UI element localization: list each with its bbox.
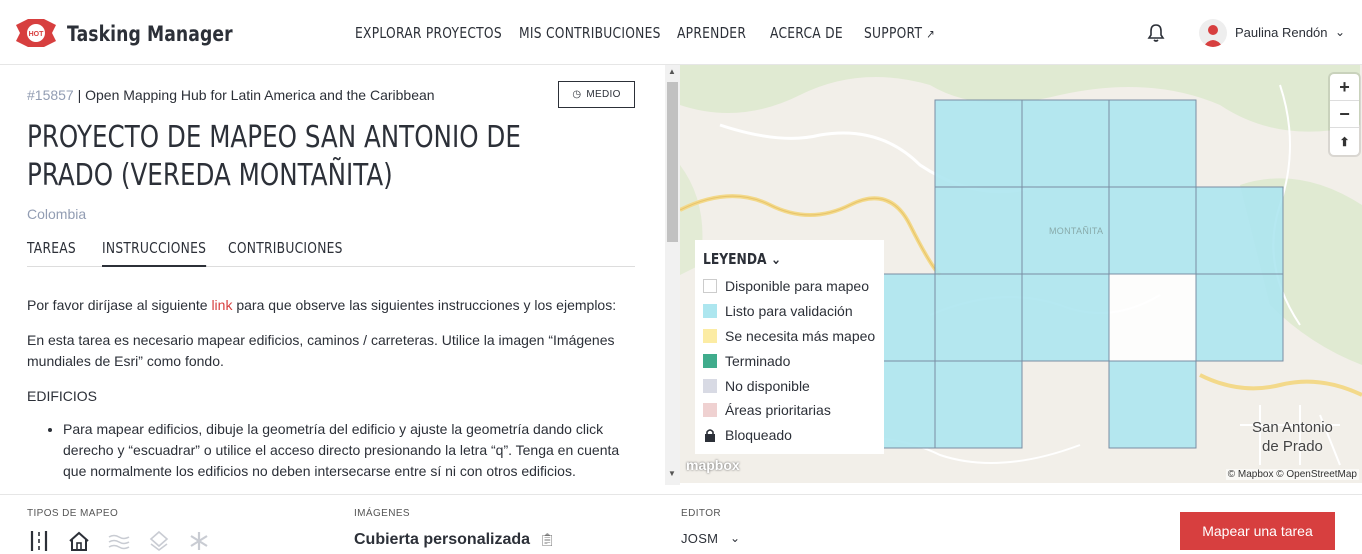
brand-title[interactable]: Tasking Manager: [67, 22, 233, 46]
instruction-paragraph: En esta tarea es necesario mapear edific…: [27, 332, 615, 369]
town-line: de Prado: [1262, 438, 1323, 455]
landuse-icon: [149, 530, 169, 551]
nav-my-contributions[interactable]: MIS CONTRIBUCIONES: [519, 24, 661, 42]
lock-icon: [703, 428, 717, 443]
task-map[interactable]: MONTAÑITA San Antonio de Prado + − ⬆ LEY…: [680, 65, 1362, 483]
editor-label: EDITOR: [681, 508, 721, 519]
legend-title: LEYENDA: [703, 250, 767, 268]
nav-explore-projects[interactable]: EXPLORAR PROYECTOS: [355, 24, 502, 42]
instructions-link[interactable]: link: [211, 297, 232, 313]
nav-about[interactable]: ACERCA DE: [770, 24, 843, 42]
project-title: PROYECTO DE MAPEO SAN ANTONIO DE PRADO (…: [27, 120, 521, 193]
scroll-down-icon[interactable]: ▼: [668, 469, 676, 478]
notifications-bell-icon[interactable]: [1146, 23, 1166, 43]
legend-label: Bloqueado: [725, 427, 792, 444]
external-link-icon: ↗: [926, 27, 935, 41]
top-navbar: HOT Tasking Manager EXPLORAR PROYECTOS M…: [0, 0, 1362, 65]
legend-toggle[interactable]: LEYENDA ⌄: [703, 250, 845, 268]
legend-swatch: [703, 353, 717, 368]
legend-swatch: [703, 378, 717, 393]
map-attribution[interactable]: © Mapbox © OpenStreetMap: [1225, 469, 1359, 480]
buildings-icon: [69, 531, 89, 551]
legend-label: Se necesita más mapeo: [725, 327, 876, 344]
legend-item: Áreas prioritarias: [703, 398, 876, 423]
map-legend: LEYENDA ⌄ Disponible para mapeo Listo pa…: [695, 240, 884, 454]
chevron-down-icon[interactable]: ⌄: [730, 531, 740, 545]
project-tabs: TAREAS INSTRUCCIONES CONTRIBUCIONES: [27, 239, 635, 267]
roads-icon: [30, 531, 48, 551]
text-span: Por favor diríjase al siguiente: [27, 297, 212, 313]
section-heading: EDIFICIOS: [27, 388, 98, 404]
user-avatar[interactable]: [1199, 19, 1227, 47]
instructions-content: Por favor diríjase al siguiente link par…: [27, 295, 637, 482]
legend-swatch: [703, 328, 717, 343]
chevron-down-icon: ⌄: [770, 250, 782, 268]
legend-item: Se necesita más mapeo: [703, 324, 876, 349]
editor-select[interactable]: JOSM: [681, 531, 718, 546]
map-place-label: MONTAÑITA: [1049, 226, 1104, 236]
project-detail-panel: #15857 | Open Mapping Hub for Latin Amer…: [0, 65, 680, 495]
clock-icon: ◷: [572, 89, 582, 100]
scroll-thumb[interactable]: [667, 82, 678, 242]
imagery-label: IMÁGENES: [354, 508, 410, 519]
nav-support[interactable]: SUPPORT ↗: [864, 24, 935, 42]
legend-item: Disponible para mapeo: [703, 274, 876, 299]
legend-label: Áreas prioritarias: [725, 402, 831, 419]
project-country: Colombia: [27, 206, 87, 222]
town-line: San Antonio: [1252, 419, 1333, 436]
list-item: Para mapear edificios, dibuje la geometr…: [63, 419, 637, 482]
tab-contributions[interactable]: CONTRIBUCIONES: [228, 239, 343, 265]
tab-tasks[interactable]: TAREAS: [27, 239, 76, 265]
scroll-up-icon[interactable]: ▲: [668, 67, 676, 76]
legend-item: Terminado: [703, 348, 876, 373]
legend-swatch: [703, 304, 717, 319]
tab-instructions[interactable]: INSTRUCCIONES: [102, 239, 207, 267]
project-id[interactable]: #15857: [27, 87, 74, 103]
waterways-icon: [108, 534, 130, 550]
hot-logo-icon[interactable]: HOT: [12, 17, 60, 49]
legend-label: Listo para validación: [725, 303, 853, 320]
clipboard-icon[interactable]: 📋︎: [539, 532, 556, 548]
chevron-down-icon[interactable]: ⌄: [1335, 25, 1345, 39]
user-name[interactable]: Paulina Rendón: [1235, 25, 1328, 40]
svg-text:HOT: HOT: [29, 31, 45, 38]
instruction-paragraph: Por favor diríjase al siguiente link par…: [27, 295, 637, 316]
project-organization: | Open Mapping Hub for Latin America and…: [77, 87, 435, 103]
scrollbar[interactable]: ▲ ▼: [665, 65, 680, 485]
legend-swatch: [703, 403, 717, 418]
legend-label: Terminado: [725, 352, 791, 369]
project-id-line: #15857 | Open Mapping Hub for Latin Amer…: [27, 87, 435, 103]
legend-item: No disponible: [703, 373, 876, 398]
nav-learn[interactable]: APRENDER: [677, 24, 746, 42]
difficulty-badge: ◷ MEDIO: [558, 81, 635, 108]
legend-item: Bloqueado: [703, 423, 876, 448]
mapping-types-icons: [27, 529, 211, 553]
zoom-controls: + − ⬆: [1330, 74, 1359, 155]
legend-label: Disponible para mapeo: [725, 278, 869, 295]
map-task-button[interactable]: Mapear una tarea: [1180, 512, 1335, 550]
zoom-out-button[interactable]: −: [1330, 101, 1359, 128]
difficulty-label: MEDIO: [586, 89, 621, 100]
other-icon: [190, 532, 208, 550]
zoom-in-button[interactable]: +: [1330, 74, 1359, 101]
compass-button[interactable]: ⬆: [1330, 128, 1359, 155]
mapping-types-label: TIPOS DE MAPEO: [27, 508, 119, 519]
imagery-value: Cubierta personalizada: [354, 531, 531, 548]
instruction-list: Para mapear edificios, dibuje la geometr…: [27, 419, 637, 482]
legend-item: Listo para validación: [703, 299, 876, 324]
map-town-label: San Antonio de Prado: [1252, 418, 1333, 456]
mapbox-logo[interactable]: mapbox: [686, 457, 740, 473]
text-span: para que observe las siguientes instrucc…: [232, 297, 617, 313]
legend-label: No disponible: [725, 377, 810, 394]
legend-swatch: [703, 279, 717, 294]
nav-support-label: SUPPORT: [864, 24, 923, 42]
action-footer: TIPOS DE MAPEO IMÁGENES Cubierta persona…: [0, 494, 1362, 554]
